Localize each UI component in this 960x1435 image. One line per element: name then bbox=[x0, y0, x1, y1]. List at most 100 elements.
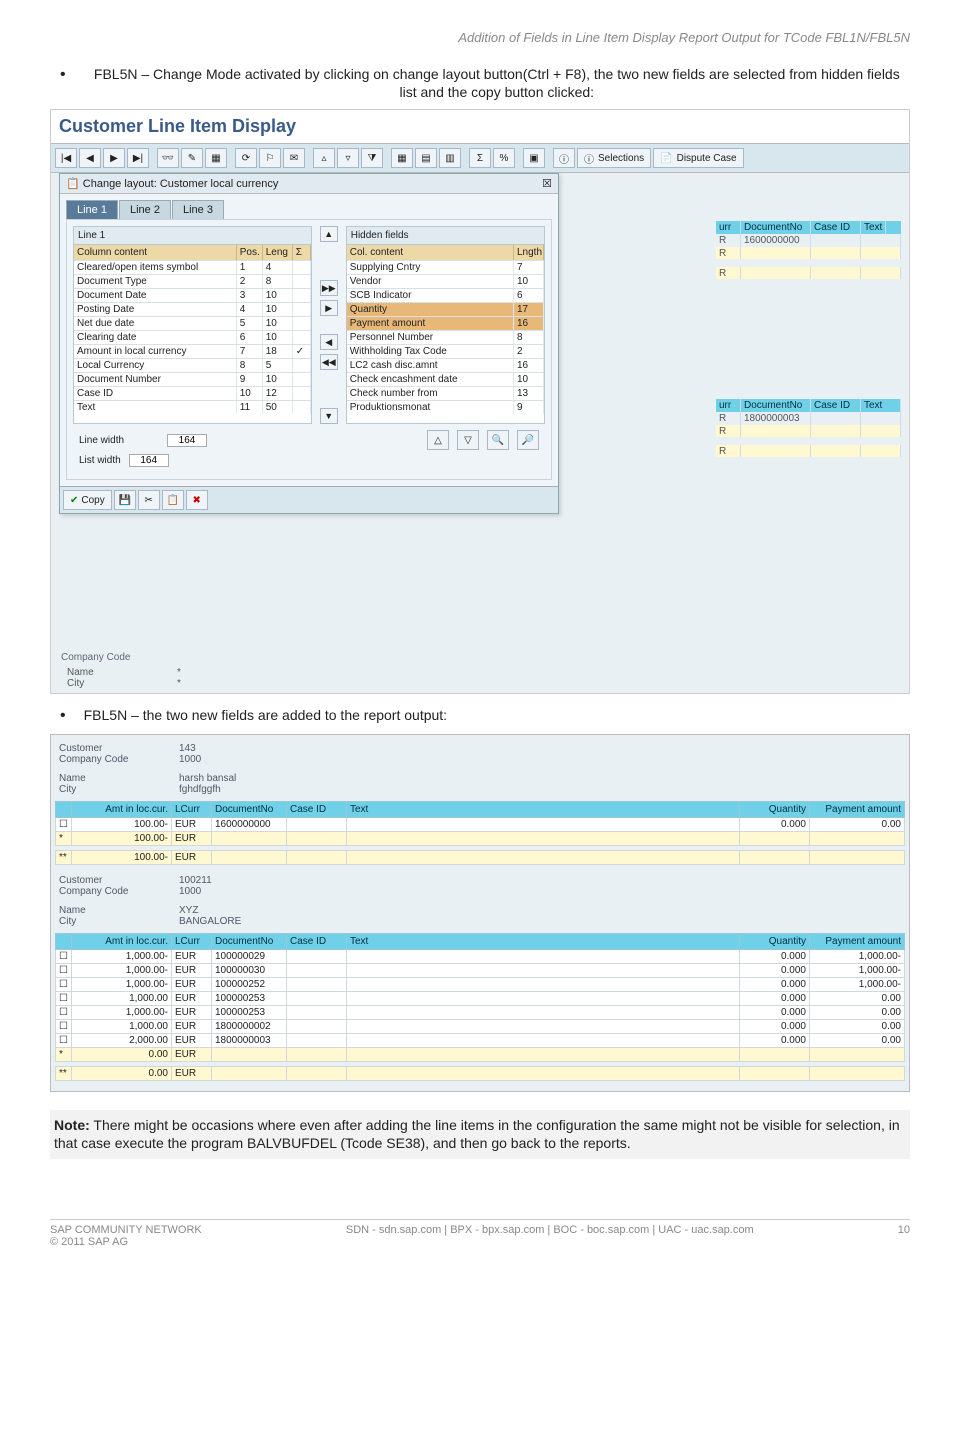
sort-desc-icon[interactable]: ▿ bbox=[337, 148, 359, 168]
line1-row[interactable]: Text1150 bbox=[74, 400, 311, 414]
cust2-cc-val: 1000 bbox=[179, 886, 201, 897]
find-icon[interactable]: 🔍 bbox=[487, 430, 509, 450]
mail-icon[interactable]: ✉ bbox=[283, 148, 305, 168]
sort-asc2-icon[interactable]: △ bbox=[427, 430, 449, 450]
copy-button[interactable]: ✔Copy bbox=[63, 490, 112, 510]
hidden-row[interactable]: Withholding Tax Code2 bbox=[347, 344, 544, 358]
filter-icon[interactable]: ⧩ bbox=[361, 148, 383, 168]
hidden-row[interactable]: Payment amount16 bbox=[347, 316, 544, 330]
glasses-icon[interactable]: 👓 bbox=[157, 148, 179, 168]
line1-row[interactable]: Document Type28 bbox=[74, 274, 311, 288]
sort-asc-icon[interactable]: ▵ bbox=[313, 148, 335, 168]
line1-row[interactable]: Document Number910 bbox=[74, 372, 311, 386]
save-layout-icon[interactable]: 💾 bbox=[114, 490, 136, 510]
refresh-icon[interactable]: ⟳ bbox=[235, 148, 257, 168]
copy-icon[interactable]: 📋 bbox=[162, 490, 184, 510]
move-right-all-icon[interactable]: ◀◀ bbox=[320, 354, 338, 370]
footer-network: SAP COMMUNITY NETWORK bbox=[50, 1224, 202, 1236]
background-grid: urr DocumentNo Case ID Text R1600000000 … bbox=[716, 221, 901, 457]
move-right-icon[interactable]: ◀ bbox=[320, 334, 338, 350]
move-left-icon[interactable]: ▶ bbox=[320, 300, 338, 316]
grid-icon[interactable]: ▦ bbox=[391, 148, 413, 168]
layout-icon[interactable]: ▤ bbox=[415, 148, 437, 168]
list-width-label: List width bbox=[79, 455, 121, 466]
list-width-input[interactable] bbox=[129, 454, 169, 467]
export-icon[interactable]: ▣ bbox=[523, 148, 545, 168]
find-next-icon[interactable]: 🔎 bbox=[517, 430, 539, 450]
table-row: *100.00-EUR bbox=[56, 831, 905, 845]
cust2-cc-label: Company Code bbox=[59, 886, 179, 897]
hidden-row[interactable]: Personnel Number8 bbox=[347, 330, 544, 344]
cust2-city-val: BANGALORE bbox=[179, 916, 241, 927]
line1-row[interactable]: Amount in local currency718✓ bbox=[74, 344, 311, 358]
sap-title: Customer Line Item Display bbox=[51, 110, 909, 143]
hidden-row[interactable]: SCB Indicator6 bbox=[347, 288, 544, 302]
line1-row[interactable]: Document Date310 bbox=[74, 288, 311, 302]
subtotal-icon[interactable]: % bbox=[493, 148, 515, 168]
footer-copyright: © 2011 SAP AG bbox=[50, 1236, 202, 1248]
pencil-icon[interactable]: ✎ bbox=[181, 148, 203, 168]
col-sum-header: Σ bbox=[293, 245, 311, 260]
sum-icon[interactable]: Σ bbox=[469, 148, 491, 168]
cancel-icon[interactable]: ✖ bbox=[186, 490, 208, 510]
hidden-row[interactable]: Quantity17 bbox=[347, 302, 544, 316]
col-pos-header: Pos. bbox=[237, 245, 263, 260]
hidden-row[interactable]: LC2 cash disc.amnt16 bbox=[347, 358, 544, 372]
footer-page: 10 bbox=[898, 1224, 910, 1248]
line1-row[interactable]: Cleared/open items symbol14 bbox=[74, 260, 311, 274]
bullet-icon-2: • bbox=[60, 706, 66, 725]
doc-header: Addition of Fields in Line Item Display … bbox=[50, 30, 910, 45]
line1-row[interactable]: Posting Date410 bbox=[74, 302, 311, 316]
last-icon[interactable]: ▶| bbox=[127, 148, 149, 168]
hidden-row[interactable]: Vendor10 bbox=[347, 274, 544, 288]
col-cc-header: Column content bbox=[74, 245, 237, 260]
hidden-row[interactable]: Check number from13 bbox=[347, 386, 544, 400]
col-len-header: Leng bbox=[263, 245, 293, 260]
scroll-up-icon[interactable]: ▲ bbox=[320, 226, 338, 242]
doc-icon[interactable]: ▦ bbox=[205, 148, 227, 168]
cust1-customer-label: Customer bbox=[59, 743, 179, 754]
cust2-city-label: City bbox=[59, 916, 179, 927]
hidden-row[interactable]: Supplying Cntry7 bbox=[347, 260, 544, 274]
line1-row[interactable]: Net due date510 bbox=[74, 316, 311, 330]
tab-line1[interactable]: Line 1 bbox=[66, 200, 118, 219]
tab-line2[interactable]: Line 2 bbox=[119, 200, 171, 219]
line1-row[interactable]: Case ID1012 bbox=[74, 386, 311, 400]
prev-icon[interactable]: ◀ bbox=[79, 148, 101, 168]
scroll-down-icon[interactable]: ▼ bbox=[320, 408, 338, 424]
cust1-city-val: fghdfggfh bbox=[179, 784, 221, 795]
tab-line3[interactable]: Line 3 bbox=[172, 200, 224, 219]
flag-icon[interactable]: ⚐ bbox=[259, 148, 281, 168]
sort-desc2-icon[interactable]: ▽ bbox=[457, 430, 479, 450]
hidden-len-header: Lngth bbox=[514, 245, 544, 260]
hidden-cc-header: Col. content bbox=[347, 245, 514, 260]
move-left-all-icon[interactable]: ▶▶ bbox=[320, 280, 338, 296]
cust1-name-val: harsh bansal bbox=[179, 773, 236, 784]
popup-title: 📋 Change layout: Customer local currency bbox=[66, 177, 278, 190]
hidden-panel-title: Hidden fields bbox=[347, 227, 544, 245]
note-text: Note: There might be occasions where eve… bbox=[50, 1110, 910, 1160]
scissors-icon[interactable]: ✂ bbox=[138, 490, 160, 510]
table-row: ☐1,000.00-EUR1000000300.0001,000.00- bbox=[56, 963, 905, 977]
cust1-cc-val: 1000 bbox=[179, 754, 201, 765]
popup-close-icon[interactable]: ☒ bbox=[542, 177, 552, 190]
report-output: Customer143 Company Code1000 Nameharsh b… bbox=[50, 734, 910, 1092]
bullet-icon: • bbox=[60, 65, 66, 84]
line1-row[interactable]: Local Currency85 bbox=[74, 358, 311, 372]
cust1-customer-val: 143 bbox=[179, 743, 196, 754]
table-row: ☐1,000.00-EUR1000000290.0001,000.00- bbox=[56, 949, 905, 963]
layout2-icon[interactable]: ▥ bbox=[439, 148, 461, 168]
hidden-row[interactable]: Check encashment date10 bbox=[347, 372, 544, 386]
info-icon[interactable]: ⓘ bbox=[553, 148, 575, 168]
cust2-customer-label: Customer bbox=[59, 875, 179, 886]
first-icon[interactable]: |◀ bbox=[55, 148, 77, 168]
line-width-input[interactable] bbox=[167, 434, 207, 447]
bullet-2-text: FBL5N – the two new fields are added to … bbox=[84, 706, 910, 724]
sap-screenshot-1: Customer Line Item Display |◀ ◀ ▶ ▶| 👓 ✎… bbox=[50, 109, 910, 694]
company-code-label: Company Code bbox=[61, 652, 130, 663]
selections-button[interactable]: ⓘSelections bbox=[577, 148, 651, 168]
line1-row[interactable]: Clearing date610 bbox=[74, 330, 311, 344]
dispute-button[interactable]: 📄Dispute Case bbox=[653, 148, 743, 168]
next-icon[interactable]: ▶ bbox=[103, 148, 125, 168]
hidden-row[interactable]: Produktionsmonat9 bbox=[347, 400, 544, 414]
